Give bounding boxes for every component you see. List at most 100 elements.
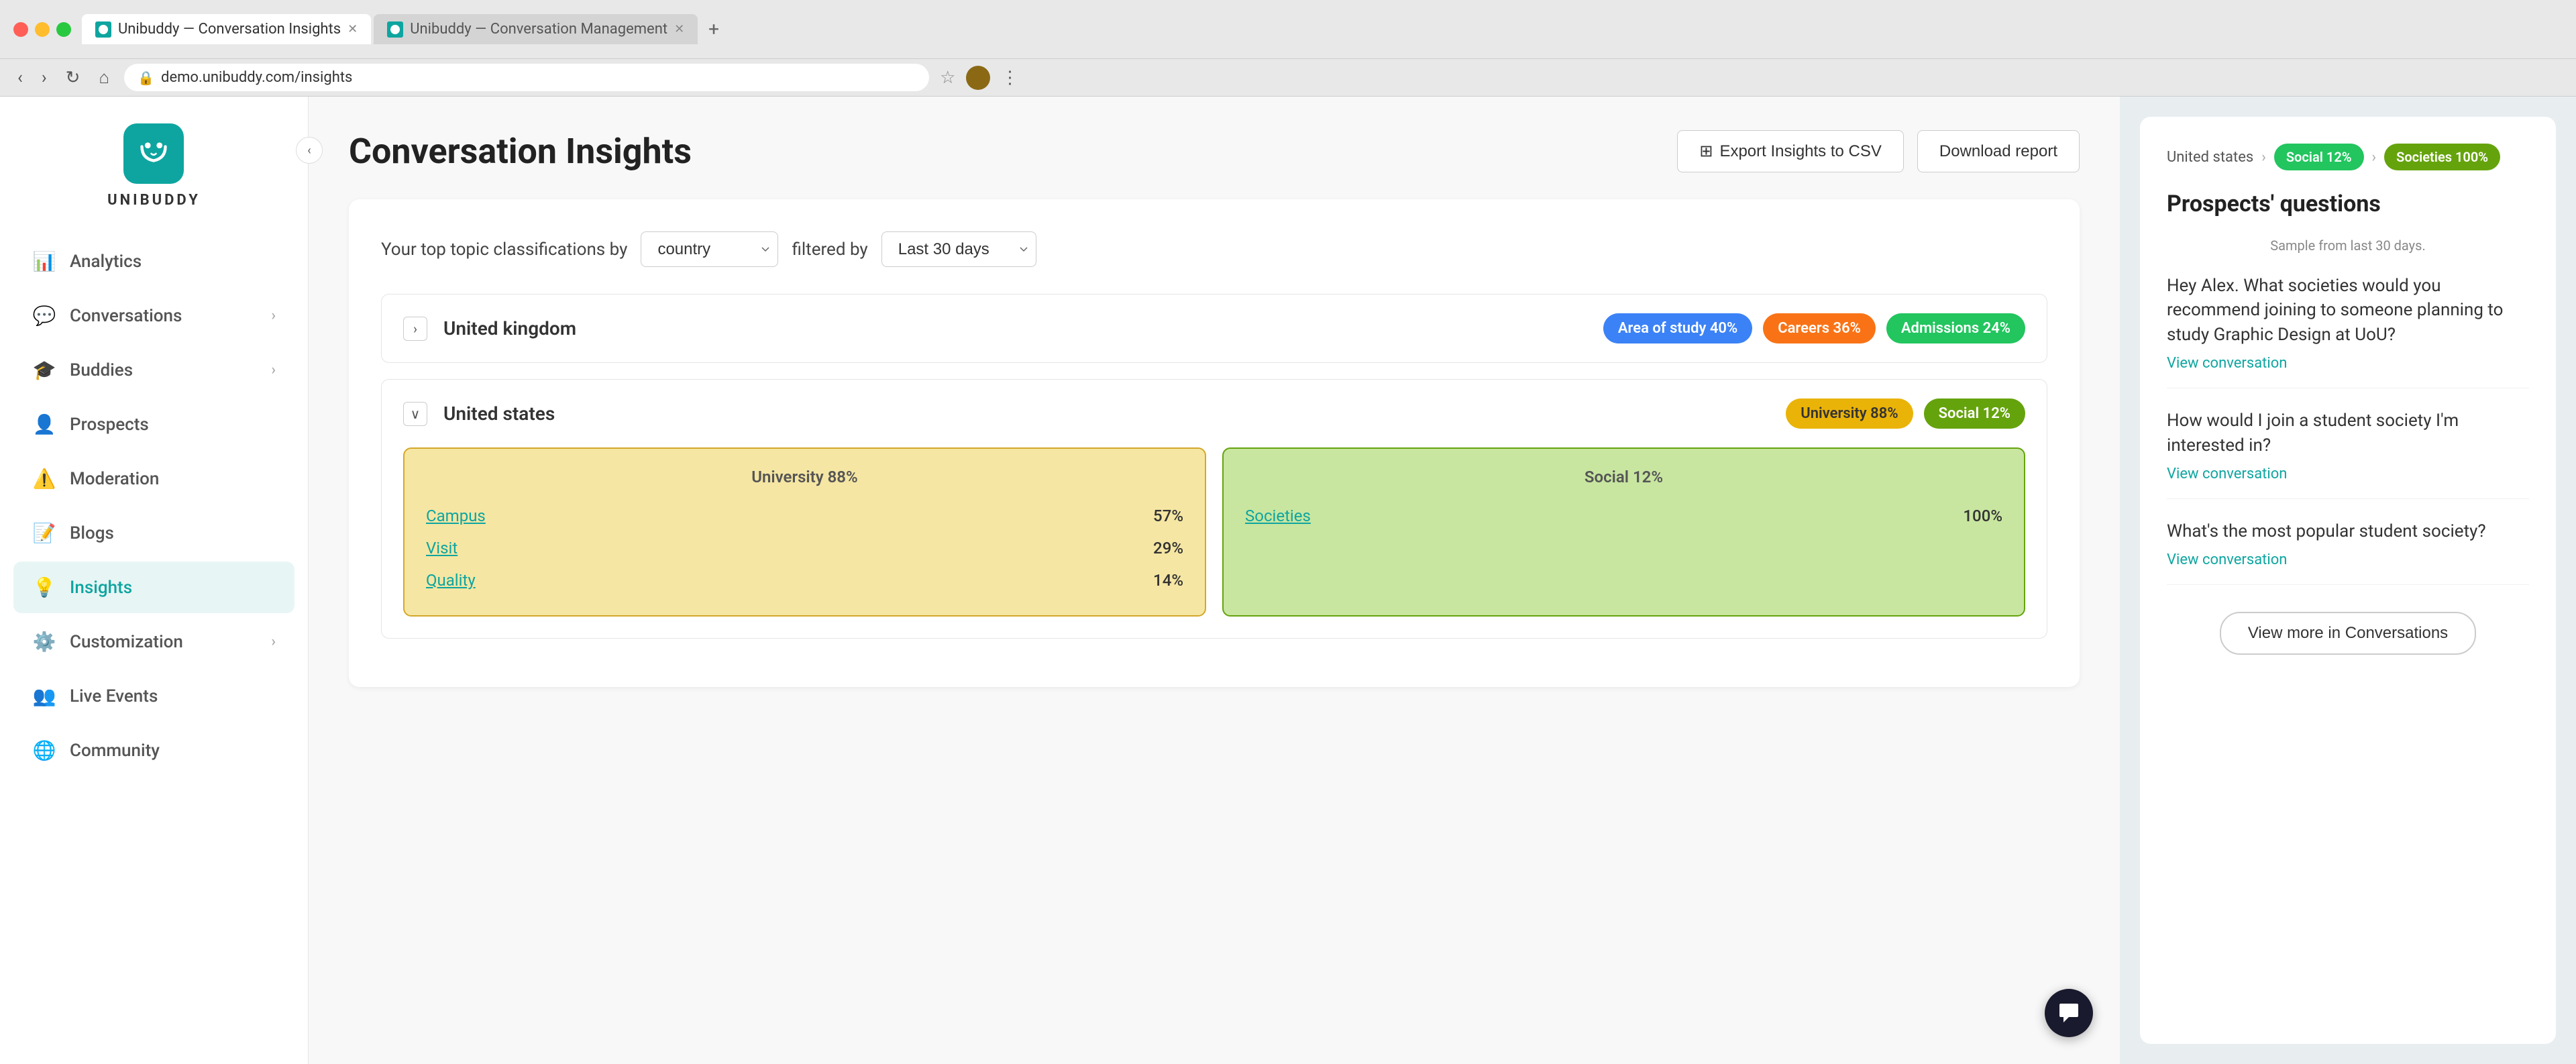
tab-management[interactable]: Unibuddy — Conversation Management ✕ [374,14,698,44]
tab-close-2[interactable]: ✕ [674,22,684,36]
sidebar-item-buddies[interactable]: 🎓 Buddies › [13,344,294,396]
us-tag-social: Social 12% [1924,398,2025,429]
nav-items: 📊 Analytics 💬 Conversations › 🎓 Buddies … [0,235,308,779]
campus-link[interactable]: Campus [426,507,486,525]
blogs-icon: 📝 [32,522,56,544]
chevron-right-icon-2: › [271,362,276,378]
uk-tag-careers: Careers 36% [1763,313,1876,343]
close-button-tl[interactable] [13,22,28,37]
export-csv-button[interactable]: ⊞ Export Insights to CSV [1677,130,1904,172]
question-block-3: What's the most popular student society?… [2167,519,2529,585]
question-block-2: How would I join a student society I'm i… [2167,409,2529,499]
forward-button[interactable]: › [38,64,51,92]
category-block-university: University 88% Campus 57% Visit 29% Qual… [403,447,1206,617]
view-conversation-link-2[interactable]: View conversation [2167,466,2287,482]
community-icon: 🌐 [32,739,56,761]
analytics-icon: 📊 [32,250,56,272]
bookmark-icon[interactable]: ☆ [940,68,955,88]
chevron-right-icon-3: › [271,633,276,650]
breadcrumb-country: United states [2167,149,2253,166]
visit-pct: 29% [1153,539,1183,557]
sidebar-item-analytics[interactable]: 📊 Analytics [13,235,294,287]
profile-avatar[interactable] [966,66,990,90]
page-header: Conversation Insights ⊞ Export Insights … [349,130,2080,172]
sidebar-item-label-analytics: Analytics [70,252,142,272]
filter-time-select[interactable]: Last 7 days Last 30 days Last 90 days La… [881,231,1036,267]
sidebar-item-conversations[interactable]: 💬 Conversations › [13,290,294,341]
view-conversation-link-1[interactable]: View conversation [2167,355,2287,372]
sidebar-item-live-events[interactable]: 👥 Live Events [13,670,294,722]
sidebar: ‹ UNIBUDDY 📊 Analytics 💬 Conversation [0,97,309,1064]
header-actions: ⊞ Export Insights to CSV Download report [1677,130,2080,172]
breadcrumb: United states › Social 12% › Societies 1… [2167,144,2529,170]
menu-dots-icon[interactable]: ⋮ [1001,68,1018,88]
question-text-1: Hey Alex. What societies would you recom… [2167,274,2529,347]
app-layout: ‹ UNIBUDDY 📊 Analytics 💬 Conversation [0,97,2576,1064]
insights-icon: 💡 [32,576,56,598]
question-block-1: Hey Alex. What societies would you recom… [2167,274,2529,388]
visit-link[interactable]: Visit [426,539,458,557]
sidebar-item-insights[interactable]: 💡 Insights [13,562,294,613]
breadcrumb-sep-1: › [2261,149,2266,166]
country-header-uk[interactable]: › United kingdom Area of study 40% Caree… [382,295,2047,362]
page-title: Conversation Insights [349,131,692,172]
tabs-bar: Unibuddy — Conversation Insights ✕ Unibu… [82,14,2563,44]
country-name-uk: United kingdom [443,317,1603,339]
filter-label-text: Your top topic classifications by [381,240,627,260]
tab-close-1[interactable]: ✕ [347,22,358,36]
back-button[interactable]: ‹ [13,64,27,92]
sidebar-item-customization[interactable]: ⚙️ Customization › [13,616,294,668]
category-item-quality: Quality 14% [426,564,1183,596]
panel-section-title: Prospects' questions [2167,191,2529,217]
us-expanded-content: University 88% Campus 57% Visit 29% Qual… [382,447,2047,638]
filter-row: Your top topic classifications by countr… [381,231,2047,267]
home-button[interactable]: ⌂ [95,63,113,92]
conversations-icon: 💬 [32,305,56,327]
quality-link[interactable]: Quality [426,571,476,590]
country-header-us[interactable]: ∨ United states University 88% Social 12… [382,380,2047,447]
uk-tags: Area of study 40% Careers 36% Admissions… [1603,313,2025,343]
view-more-conversations-button[interactable]: View more in Conversations [2220,612,2476,655]
sidebar-collapse-button[interactable]: ‹ [296,137,323,164]
breadcrumb-tag-social[interactable]: Social 12% [2274,144,2364,170]
insights-card: Your top topic classifications by countr… [349,199,2080,687]
maximize-button-tl[interactable] [56,22,71,37]
main-content: Conversation Insights ⊞ Export Insights … [309,97,2120,1064]
filter-by-select[interactable]: country university area of study [641,231,778,267]
tab-favicon-1 [95,21,111,38]
country-row-us: ∨ United states University 88% Social 12… [381,379,2047,639]
sidebar-item-label-conversations: Conversations [70,306,182,326]
question-text-3: What's the most popular student society? [2167,519,2529,543]
sidebar-item-community[interactable]: 🌐 Community [13,725,294,776]
expand-uk-button[interactable]: › [403,317,427,341]
download-report-button[interactable]: Download report [1917,130,2080,172]
customization-icon: ⚙️ [32,631,56,653]
sidebar-item-moderation[interactable]: ⚠️ Moderation [13,453,294,504]
sidebar-item-prospects[interactable]: 👤 Prospects [13,398,294,450]
sidebar-item-blogs[interactable]: 📝 Blogs [13,507,294,559]
right-panel-inner: United states › Social 12% › Societies 1… [2140,117,2556,1044]
new-tab-button[interactable]: + [700,14,727,44]
right-panel: United states › Social 12% › Societies 1… [2120,97,2576,1064]
reload-button[interactable]: ↻ [62,64,85,92]
societies-link[interactable]: Societies [1245,507,1311,525]
minimize-button-tl[interactable] [35,22,50,37]
chat-widget-button[interactable] [2045,989,2093,1037]
view-conversation-link-3[interactable]: View conversation [2167,551,2287,568]
moderation-icon: ⚠️ [32,468,56,490]
address-bar[interactable]: 🔒 demo.unibuddy.com/insights [124,64,929,91]
tab-label-1: Unibuddy — Conversation Insights [118,21,341,38]
question-text-2: How would I join a student society I'm i… [2167,409,2529,458]
country-row-uk: › United kingdom Area of study 40% Caree… [381,294,2047,363]
prospects-icon: 👤 [32,413,56,435]
breadcrumb-tag-societies[interactable]: Societies 100% [2384,144,2500,170]
us-tags: University 88% Social 12% [1786,398,2025,429]
tab-label-2: Unibuddy — Conversation Management [410,21,667,38]
tab-insights[interactable]: Unibuddy — Conversation Insights ✕ [82,14,371,44]
cat-title-university: University 88% [426,468,1183,486]
cat-title-social: Social 12% [1245,468,2002,486]
buddies-icon: 🎓 [32,359,56,381]
category-item-campus: Campus 57% [426,500,1183,532]
collapse-us-button[interactable]: ∨ [403,402,427,426]
sidebar-item-label-blogs: Blogs [70,523,114,543]
